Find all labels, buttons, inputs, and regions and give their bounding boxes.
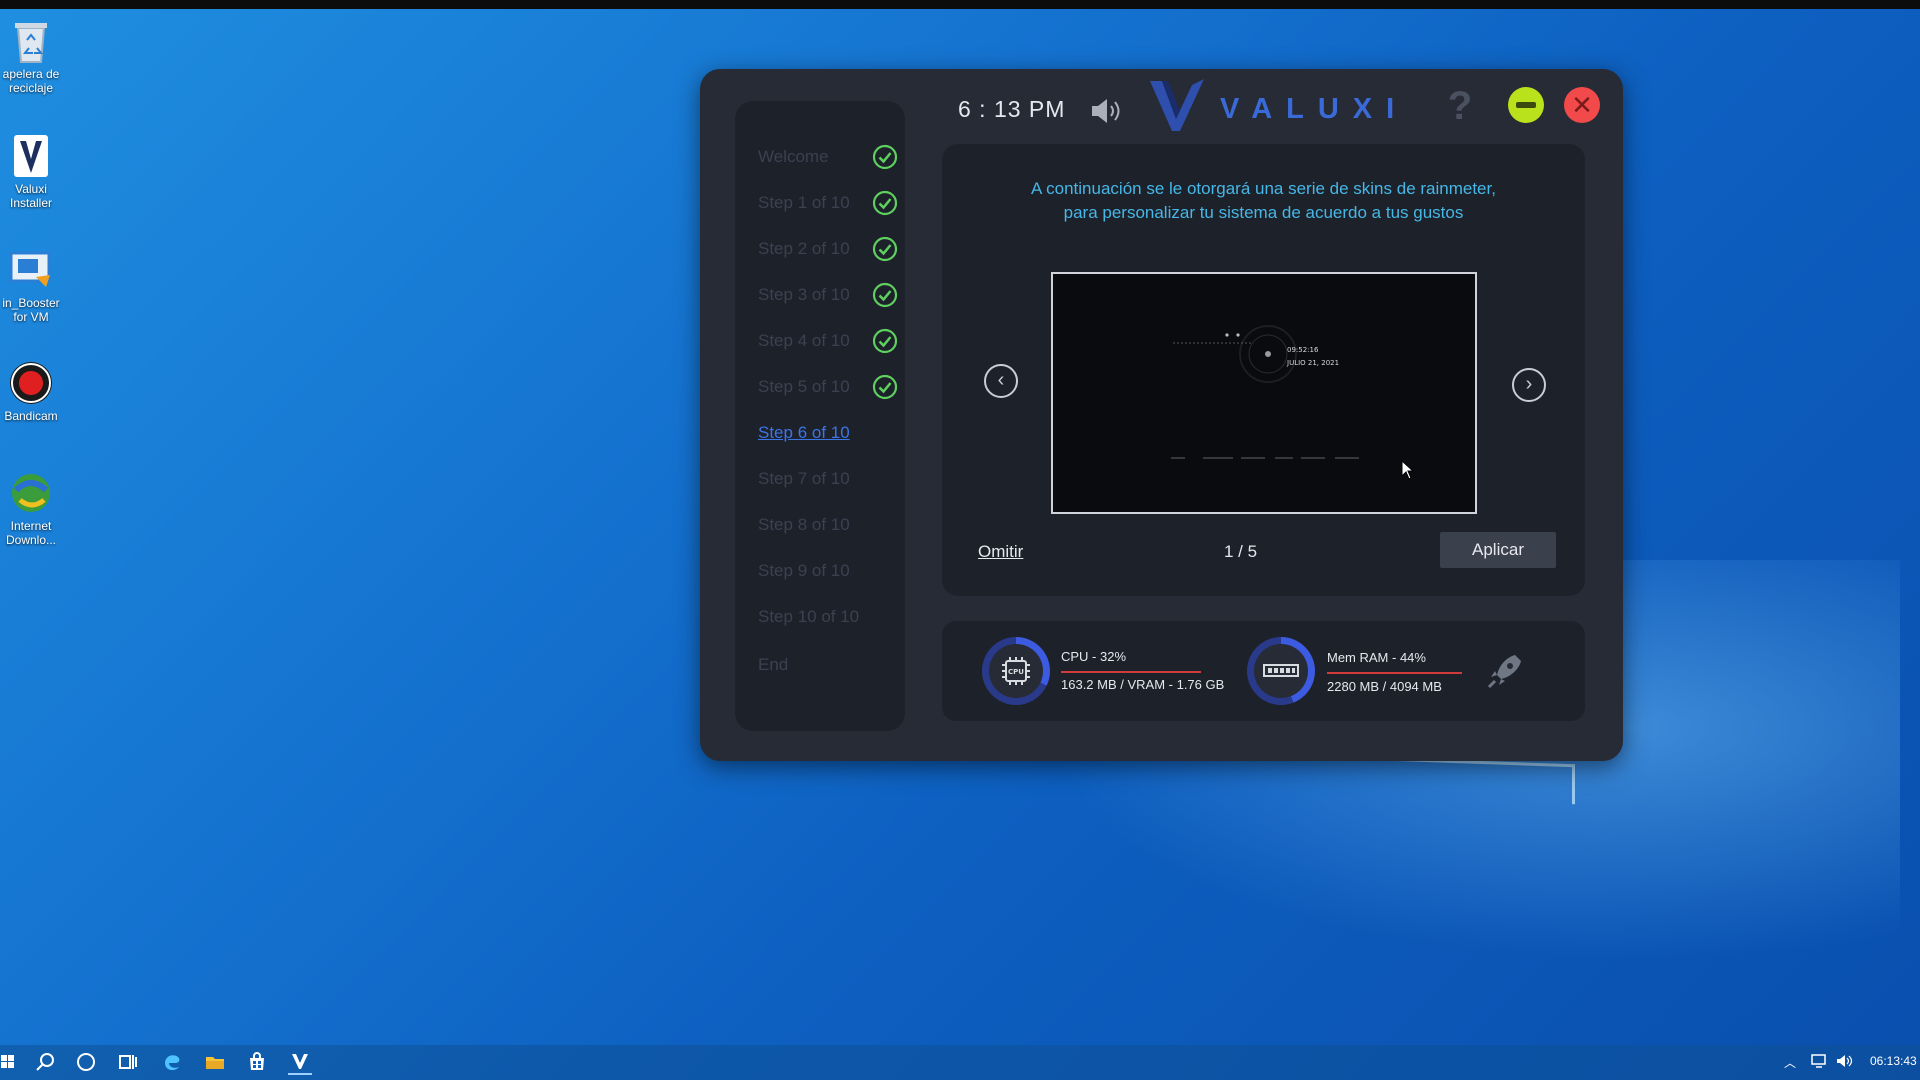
edge-browser-icon[interactable] [160,1051,184,1075]
booster-icon [8,247,54,293]
step-label: End [758,655,789,674]
step-label: Step 3 of 10 [758,285,850,304]
valuxi-installer-window: Welcome Step 1 of 10 Step 2 of 10 Step 3 of… [700,69,1623,761]
cpu-chip-icon: CPU [989,644,1043,698]
volume-icon[interactable] [1088,96,1124,126]
desktop-icon-label: Valuxi Installer [9,182,53,210]
cpu-usage-detail: 163.2 MB / VRAM - 1.76 GB [1061,677,1225,692]
taskbar: ︿ 06:13:43 [0,1045,1920,1080]
step-label: Step 5 of 10 [758,377,850,396]
previous-skin-button[interactable]: ‹ [984,364,1018,398]
window-header: 6 : 13 PM VALUXI ? ✕ [700,69,1623,139]
check-circle-icon [872,236,898,262]
step-item: End [758,650,898,680]
cpu-usage-line [1061,671,1201,673]
step-item: Step 1 of 10 [758,188,898,218]
apply-button[interactable]: Aplicar [1440,532,1556,568]
step-item: Step 9 of 10 [758,556,898,586]
step-label: Step 7 of 10 [758,469,850,488]
step-item: Step 2 of 10 [758,234,898,264]
check-circle-icon [872,374,898,400]
valuxi-icon [8,133,54,179]
valuxi-logo-icon [1146,77,1208,135]
task-view-icon[interactable] [116,1051,140,1075]
minimize-button[interactable] [1508,87,1544,123]
desktop-icon-label: in_Booster for VM [2,296,60,324]
desktop-icon-label: Bandicam [4,409,58,423]
store-icon[interactable] [245,1051,269,1075]
cpu-usage-title: CPU - 32% [1061,649,1127,664]
skin-preview-image: 09:52:16 JULIO 21, 2021 [1051,272,1477,514]
desktop-icon-internet-download[interactable]: Internet Downlo... [0,470,62,547]
cpu-usage-ring: CPU [982,637,1050,705]
step-item[interactable]: Step 6 of 10 [758,418,898,448]
step-label: Step 10 of 10 [758,607,860,626]
skin-pager: 1 / 5 [1224,542,1258,561]
step-item: Step 10 of 10 [758,602,898,632]
skip-link[interactable]: Omitir [978,542,1023,562]
ram-usage-ring [1247,637,1315,705]
desktop-icon-recycle-bin[interactable]: apelera de reciclaje [0,18,62,95]
check-circle-icon [872,144,898,170]
search-icon[interactable] [33,1051,57,1075]
check-circle-icon [872,282,898,308]
volume-tray-icon[interactable] [1836,1054,1854,1071]
desktop-icon-valuxi-installer[interactable]: Valuxi Installer [0,133,62,210]
step-label: Step 6 of 10 [758,423,850,442]
ram-usage-line [1327,672,1462,674]
step-label: Step 4 of 10 [758,331,850,350]
ram-usage-detail: 2280 MB / 4094 MB [1327,679,1442,694]
check-circle-icon [872,328,898,354]
step-label: Step 8 of 10 [758,515,850,534]
cpu-chip-text: CPU [1008,668,1024,676]
step-label: Step 2 of 10 [758,239,850,258]
step-item: Step 4 of 10 [758,326,898,356]
content-panel: A continuación se le otorgará una serie … [942,144,1585,596]
next-skin-button[interactable]: › [1512,368,1546,402]
system-stats-panel: CPU CPU - 32% 163.2 MB / VRAM - 1.76 GB … [942,621,1585,721]
close-button[interactable]: ✕ [1564,87,1600,123]
top-bar [0,0,1920,9]
step-item: Step 3 of 10 [758,280,898,310]
step-item: Step 8 of 10 [758,510,898,540]
tray-clock[interactable]: 06:13:43 [1870,1054,1917,1068]
preview-time: 09:52:16 [1287,346,1319,354]
desktop-icon-label: apelera de reciclaje [2,67,60,95]
help-icon[interactable]: ? [1440,86,1480,126]
bandicam-icon [8,360,54,406]
cursor-icon [1401,460,1415,480]
rocket-icon[interactable] [1485,651,1525,691]
step-label: Step 1 of 10 [758,193,850,212]
show-hidden-icons-icon[interactable]: ︿ [1784,1054,1796,1071]
recycle-bin-icon [8,18,54,64]
desktop-icon-booster[interactable]: in_Booster for VM [0,247,62,324]
desktop-icon-bandicam[interactable]: Bandicam [0,360,62,423]
ram-module-icon [1254,644,1308,698]
globe-icon [8,470,54,516]
step-item: Step 7 of 10 [758,464,898,494]
ram-usage-title: Mem RAM - 44% [1327,650,1426,665]
check-circle-icon [872,190,898,216]
cortana-icon[interactable] [74,1051,98,1075]
wallpaper-logo-edge [1330,755,1575,805]
step-item: Step 5 of 10 [758,372,898,402]
step-description: A continuación se le otorgará una serie … [1031,179,1496,222]
steps-sidebar: Welcome Step 1 of 10 Step 2 of 10 Step 3 of… [735,101,905,731]
preview-date: JULIO 21, 2021 [1286,359,1339,367]
valuxi-taskbar-icon[interactable] [288,1051,312,1075]
clock: 6 : 13 PM [958,96,1066,122]
file-explorer-icon[interactable] [203,1051,227,1075]
desktop-icon-label: Internet Downlo... [5,519,57,547]
network-icon[interactable] [1810,1054,1828,1071]
step-label: Step 9 of 10 [758,561,850,580]
brand-name: VALUXI [1220,93,1409,125]
start-icon[interactable] [0,1051,20,1075]
step-label: Welcome [758,147,829,166]
step-item: Welcome [758,142,898,172]
